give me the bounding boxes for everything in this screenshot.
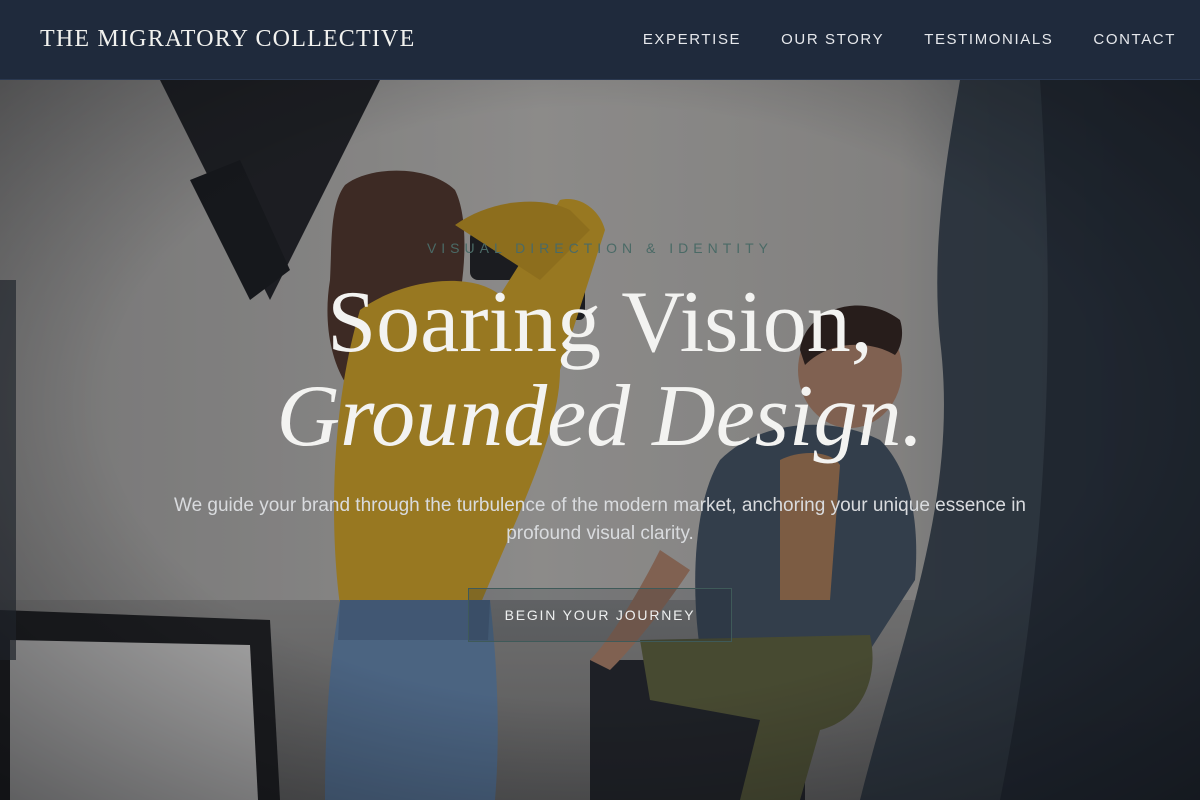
brand-logo-text[interactable]: THE MIGRATORY COLLECTIVE: [40, 26, 415, 53]
main-nav: EXPERTISE OUR STORY TESTIMONIALS CONTACT: [643, 31, 1176, 48]
nav-link-expertise[interactable]: EXPERTISE: [643, 31, 741, 48]
hero-section: VISUAL DIRECTION & IDENTITY Soaring Visi…: [0, 80, 1200, 800]
nav-link-contact[interactable]: CONTACT: [1093, 31, 1176, 48]
hero-headline: Soaring Vision, Grounded Design.: [0, 276, 1200, 464]
hero-eyebrow: VISUAL DIRECTION & IDENTITY: [426, 240, 774, 256]
hero-content: VISUAL DIRECTION & IDENTITY Soaring Visi…: [0, 80, 1200, 800]
nav-link-our-story[interactable]: OUR STORY: [781, 31, 884, 48]
hero-headline-line2: Grounded Design.: [276, 368, 924, 465]
hero-headline-line1: Soaring Vision,: [327, 274, 873, 371]
nav-link-testimonials[interactable]: TESTIMONIALS: [924, 31, 1053, 48]
begin-journey-button[interactable]: BEGIN YOUR JOURNEY: [468, 588, 732, 642]
hero-subtitle: We guide your brand through the turbulen…: [173, 495, 1026, 544]
site-header: THE MIGRATORY COLLECTIVE EXPERTISE OUR S…: [0, 0, 1200, 80]
